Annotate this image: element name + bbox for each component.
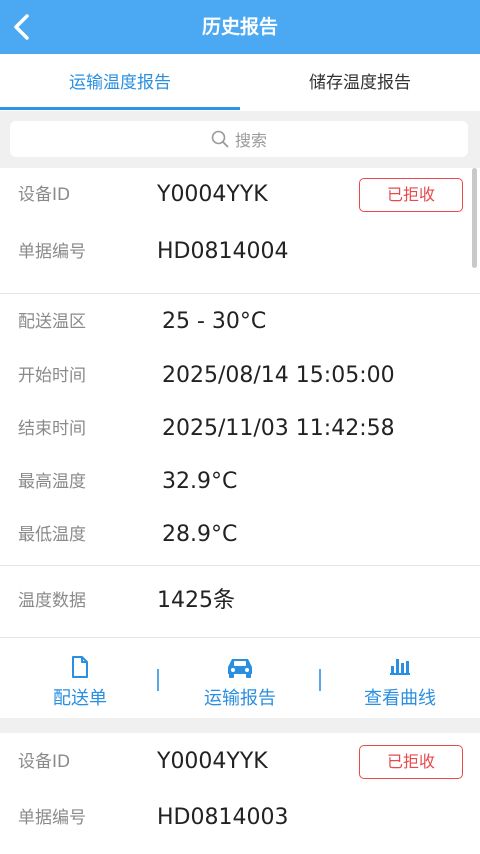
transport-report-button[interactable]: 运输报告 [160,638,320,718]
end-time-label: 结束时间 [18,419,86,439]
view-curve-label: 查看曲线 [364,688,436,709]
status-badge: 已拒收 [359,178,463,212]
card-actions: 配送单 运输报告 查看曲线 [0,638,480,718]
doc-no-row: 单据编号 HD0814003 [0,791,480,845]
delivery-note-label: 配送单 [53,688,107,709]
doc-no-value: HD0814004 [157,239,289,264]
max-temp-value: 32.9°C [162,469,238,494]
device-id-value: Y0004YYK [157,749,268,774]
max-temp-label: 最高温度 [18,472,86,492]
zone-row: 配送温区 25 - 30°C [0,295,480,349]
device-id-row: 设备ID Y0004YYK 已拒收 [0,168,480,222]
tab-bar: 运输温度报告 储存温度报告 [0,54,480,111]
zone-value: 25 - 30°C [162,309,267,334]
divider [0,565,480,566]
divider [0,293,480,294]
report-card[interactable]: 设备ID Y0004YYK 已拒收 单据编号 HD0814003 [0,733,480,854]
page-title: 历史报告 [201,16,278,38]
report-card[interactable]: 设备ID Y0004YYK 已拒收 单据编号 HD0814004 配送温区 25… [0,168,480,718]
transport-report-label: 运输报告 [204,688,276,709]
document-icon [72,656,88,678]
view-curve-button[interactable]: 查看曲线 [320,638,480,718]
start-time-row: 开始时间 2025/08/14 15:05:00 [0,349,480,403]
scrollbar[interactable] [472,168,477,268]
search-icon [211,130,229,148]
app-header: 历史报告 [0,0,480,54]
max-temp-row: 最高温度 32.9°C [0,455,480,509]
min-temp-row: 最低温度 28.9°C [0,508,480,562]
temp-data-label: 温度数据 [18,591,86,611]
doc-no-value: HD0814003 [157,805,289,830]
bar-chart-icon [390,659,410,675]
doc-no-label: 单据编号 [18,808,86,828]
tab-storage-report[interactable]: 储存温度报告 [240,54,480,111]
search-input[interactable]: 搜索 [10,121,468,157]
start-time-value: 2025/08/14 15:05:00 [162,363,395,388]
zone-label: 配送温区 [18,312,86,332]
tab-transport-report[interactable]: 运输温度报告 [0,54,240,111]
status-badge: 已拒收 [359,745,463,779]
action-separator [157,669,159,691]
search-placeholder: 搜索 [234,131,267,150]
device-id-label: 设备ID [18,185,71,205]
device-id-label: 设备ID [18,752,71,772]
min-temp-value: 28.9°C [162,522,238,547]
start-time-label: 开始时间 [18,366,86,386]
doc-no-label: 单据编号 [18,242,86,262]
device-id-value: Y0004YYK [157,182,268,207]
doc-no-row: 单据编号 HD0814004 [0,225,480,279]
delivery-note-button[interactable]: 配送单 [0,638,160,718]
temp-data-row: 温度数据 1425条 [0,574,480,628]
end-time-value: 2025/11/03 11:42:58 [162,416,395,441]
search-bar-container: 搜索 [0,111,480,168]
end-time-row: 结束时间 2025/11/03 11:42:58 [0,402,480,456]
active-tab-indicator [0,107,240,110]
device-id-row: 设备ID Y0004YYK 已拒收 [0,735,480,789]
temp-data-count: 1425条 [157,588,235,613]
min-temp-label: 最低温度 [18,525,86,545]
car-icon [228,659,252,678]
